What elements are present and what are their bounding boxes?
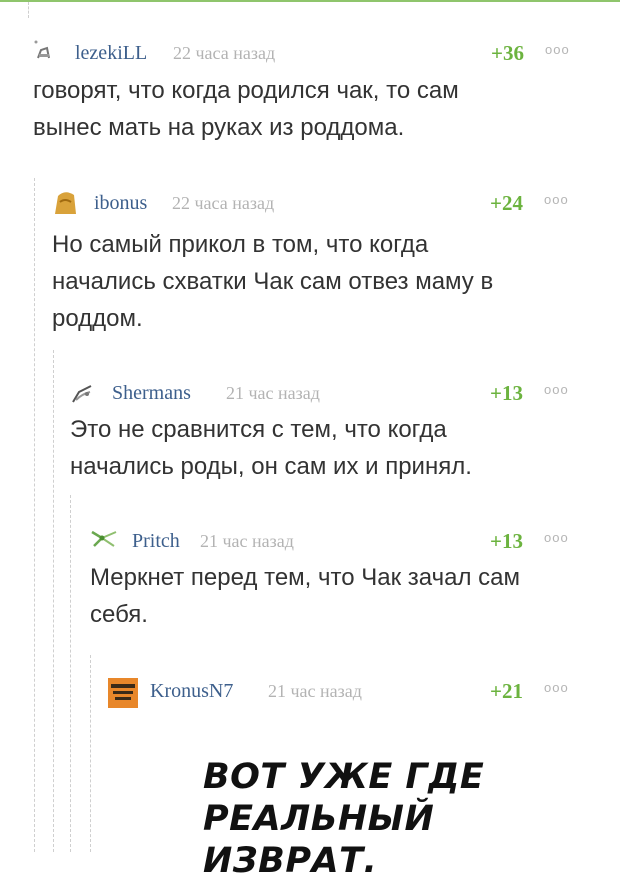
comment: KronusN7 21 час назад +21 ooo ВОТ УЖЕ ГД… [108,678,598,881]
user-avatar-icon[interactable] [90,528,117,550]
top-accent-rule [0,0,620,2]
comment-rating: +13 [490,381,523,405]
comment-text: Но самый прикол в том, что когда началис… [52,231,494,332]
comment-rating: +21 [490,679,523,703]
comment-time[interactable]: 21 час назад [268,681,362,702]
more-options-icon[interactable]: ooo [544,382,569,397]
comment-text: Меркнет перед тем, что Чак зачал сам себ… [90,564,520,628]
comment-header: ibonus 22 часа назад +24 ooo [52,190,592,215]
thread-line [90,655,91,852]
comment-header: Pritch 21 час назад +13 ooo [90,528,590,553]
more-options-icon[interactable]: ooo [544,192,569,207]
more-options-icon[interactable]: ooo [545,42,570,57]
comment-header: lezekiLL 22 часа назад +36 ooo [33,40,593,65]
comment-time[interactable]: 21 час назад [200,531,294,552]
user-avatar-icon[interactable] [52,190,76,214]
comment: Pritch 21 час назад +13 ooo Меркнет пере… [90,528,590,638]
comment-time[interactable]: 22 часа назад [173,43,275,64]
comment-rating: +24 [490,191,523,215]
more-options-icon[interactable]: ooo [544,530,569,545]
comment: Shermans 21 час назад +13 ooo Это не сра… [70,380,590,490]
comment-time[interactable]: 21 час назад [226,383,320,404]
more-options-icon[interactable]: ooo [544,680,569,695]
comment-header: KronusN7 21 час назад +21 ooo [108,678,598,708]
user-avatar-icon[interactable] [108,678,138,708]
comment-author[interactable]: ibonus [94,192,147,215]
comment-author[interactable]: Pritch [132,530,180,553]
comment: ibonus 22 часа назад +24 ooo Но самый пр… [52,190,592,340]
user-avatar-icon[interactable] [70,380,92,403]
comment-rating: +36 [491,41,524,65]
thread-line [34,178,35,852]
comment-time[interactable]: 22 часа назад [172,193,274,214]
comment-author[interactable]: Shermans [112,382,191,405]
thread-line [53,350,54,852]
comment-author[interactable]: lezekiLL [75,42,147,65]
meme-image-text: ВОТ УЖЕ ГДЕ РЕАЛЬНЫЙ ИЗВРАТ. [203,757,485,881]
comment-author[interactable]: KronusN7 [150,680,233,703]
comment-rating: +13 [490,529,523,553]
comment-text: Это не сравнится с тем, что когда начали… [70,416,472,480]
thread-line [70,495,71,852]
comment-header: Shermans 21 час назад +13 ooo [70,380,590,405]
thread-line [28,2,29,18]
comment: lezekiLL 22 часа назад +36 ooo говорят, … [33,40,593,152]
comment-text: говорят, что когда родился чак, то сам в… [33,77,459,141]
user-avatar-icon[interactable] [33,40,53,62]
